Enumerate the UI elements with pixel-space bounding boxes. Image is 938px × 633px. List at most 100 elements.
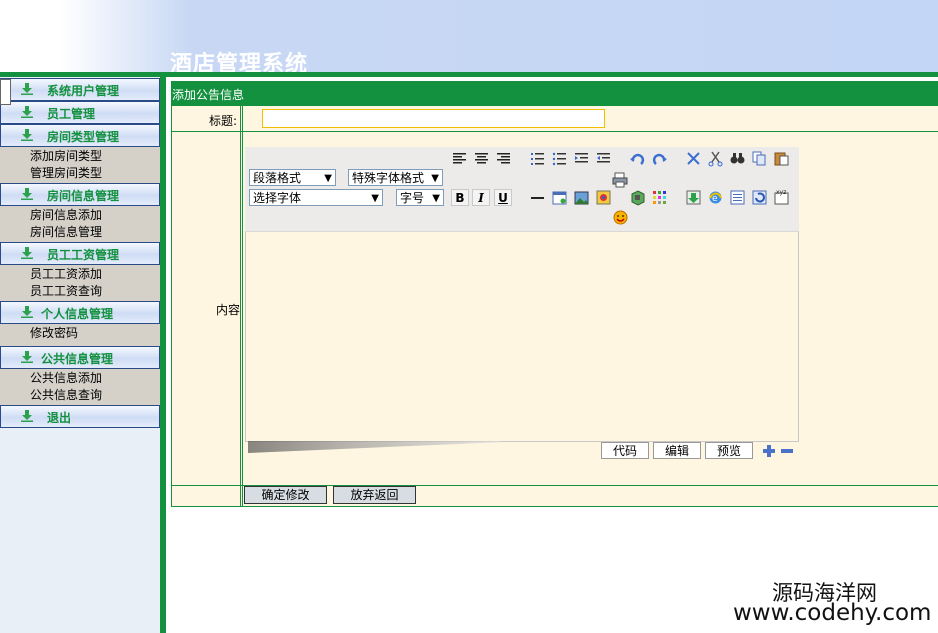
sidebar-subitem[interactable]: 公共信息添加 (0, 370, 160, 387)
sidebar-category[interactable]: 员工管理 (0, 101, 160, 124)
flash-icon[interactable] (629, 189, 646, 206)
sidebar-category-label: 房间类型管理 (47, 130, 120, 144)
refresh-icon[interactable] (751, 189, 768, 206)
print-icon[interactable] (612, 171, 629, 188)
align-center-icon[interactable] (473, 150, 490, 167)
chevron-down-icon: ▼ (431, 173, 439, 184)
sidebar-subitem[interactable]: 员工工资查询 (0, 283, 160, 300)
mode-edit-button[interactable]: 编辑 (653, 442, 701, 459)
sidebar-subitem[interactable]: 房间信息添加 (0, 207, 160, 224)
sidebar-category-label: 个人信息管理 (41, 307, 114, 321)
media-icon[interactable] (595, 189, 612, 206)
underline-button[interactable]: U (494, 189, 512, 206)
download-arrow-icon (21, 247, 33, 259)
unordered-list-icon[interactable] (551, 150, 568, 167)
image-icon[interactable] (573, 189, 590, 206)
media-icon-glyph (596, 190, 611, 205)
chevron-down-icon: ▼ (371, 193, 379, 204)
browser-icon[interactable]: e (707, 189, 724, 206)
sidebar-category[interactable]: 公共信息管理 (0, 346, 160, 369)
watermark-url: www.codehy.com (733, 600, 932, 626)
redo-icon[interactable] (651, 151, 668, 168)
sidebar-subitem[interactable]: 员工工资添加 (0, 266, 160, 283)
paste-icon[interactable] (773, 150, 790, 167)
find-icon-glyph (730, 153, 745, 164)
align-left-icon[interactable] (451, 150, 468, 167)
sidebar-category[interactable]: 房间信息管理 (0, 183, 160, 206)
font-family-value: 选择字体 (253, 191, 302, 205)
editor-content-area[interactable] (245, 231, 799, 442)
rich-text-editor: 段落格式 ▼ 特殊字体格式 ▼ 选择字体 ▼ 字号 ▼ B I U e xyz 代码 编辑… (245, 147, 799, 459)
font-family-select[interactable]: 选择字体 ▼ (249, 189, 383, 206)
sidebar-category-label: 员工管理 (47, 107, 96, 121)
color-picker-icon[interactable] (651, 189, 668, 206)
editor-toolbar: 段落格式 ▼ 特殊字体格式 ▼ 选择字体 ▼ 字号 ▼ B I U e xyz (245, 147, 799, 231)
sidebar-submenu: 添加房间类型 管理房间类型 (0, 147, 160, 184)
download-arrow-icon (21, 188, 33, 200)
mode-code-button[interactable]: 代码 (601, 442, 649, 459)
sidebar-category-label: 退出 (47, 411, 72, 425)
sidebar-category-label: 员工工资管理 (47, 248, 120, 262)
sidebar-category[interactable]: 个人信息管理 (0, 301, 160, 324)
font-size-select[interactable]: 字号 ▼ (396, 189, 444, 206)
svg-text:e: e (712, 194, 718, 204)
cancel-button[interactable]: 放弃返回 (333, 486, 416, 504)
sidebar-subitem[interactable]: 添加房间类型 (0, 148, 160, 165)
indent-icon[interactable] (595, 150, 612, 167)
bold-button[interactable]: B (451, 189, 469, 206)
column-divider (242, 106, 243, 506)
delete-icon-glyph (687, 152, 700, 165)
color-picker-icon-glyph (653, 191, 666, 204)
sidebar-subitem[interactable]: 公共信息查询 (0, 387, 160, 404)
save-icon[interactable] (685, 189, 702, 206)
find-icon[interactable] (729, 150, 746, 167)
text-cursor-indicator (0, 79, 11, 105)
submit-button[interactable]: 确定修改 (244, 486, 327, 504)
sidebar-subitem[interactable]: 房间信息管理 (0, 224, 160, 241)
align-left-icon-glyph (453, 153, 466, 164)
content-label: 内容 (216, 303, 241, 317)
outdent-icon[interactable] (573, 150, 590, 167)
sidebar-category[interactable]: 员工工资管理 (0, 242, 160, 265)
table-icon-glyph (552, 191, 567, 205)
app-title: 酒店管理系统 (170, 51, 309, 72)
chevron-down-icon: ▼ (432, 193, 440, 204)
sidebar-subitem[interactable]: 管理房间类型 (0, 165, 160, 182)
download-arrow-icon (21, 106, 33, 118)
sidebar-category[interactable]: 退出 (0, 405, 160, 428)
delete-icon[interactable] (685, 150, 702, 167)
sidebar-category[interactable]: 房间类型管理 (0, 124, 160, 147)
undo-icon[interactable] (629, 151, 646, 168)
emoticon-icon[interactable] (612, 209, 629, 226)
expand-plus-icon[interactable] (763, 445, 775, 457)
italic-button[interactable]: I (472, 189, 490, 206)
sidebar-divider (160, 77, 166, 633)
special-font-select[interactable]: 特殊字体格式 ▼ (348, 169, 443, 186)
sidebar-submenu: 房间信息添加 房间信息管理 (0, 206, 160, 243)
copy-icon[interactable] (751, 150, 768, 167)
paragraph-format-select[interactable]: 段落格式 ▼ (249, 169, 336, 186)
table-icon[interactable] (551, 189, 568, 206)
horizontal-rule-icon-glyph (531, 197, 544, 199)
align-right-icon[interactable] (495, 150, 512, 167)
sidebar-category[interactable]: 系统用户管理 (0, 78, 160, 101)
form-title: 添加公告信息 (172, 88, 245, 102)
sidebar-submenu: 员工工资添加 员工工资查询 (0, 265, 160, 302)
horizontal-rule-icon[interactable] (529, 189, 546, 206)
document-icon[interactable] (729, 189, 746, 206)
unordered-list-icon-glyph (552, 152, 566, 166)
sidebar-category-label: 公共信息管理 (41, 352, 114, 366)
mode-preview-button[interactable]: 预览 (705, 442, 753, 459)
ordered-list-icon[interactable] (529, 150, 546, 167)
outdent-icon-glyph (575, 153, 588, 163)
chevron-down-icon: ▼ (324, 173, 332, 184)
special-char-icon[interactable]: xyz (773, 189, 790, 206)
shrink-minus-icon[interactable] (781, 445, 793, 457)
title-input[interactable] (262, 109, 605, 128)
paragraph-format-value: 段落格式 (253, 171, 302, 185)
cut-icon[interactable] (707, 150, 724, 167)
column-divider (240, 106, 241, 506)
cut-icon-glyph (708, 151, 723, 167)
sidebar-subitem[interactable]: 修改密码 (0, 325, 160, 342)
download-arrow-icon (21, 410, 33, 422)
